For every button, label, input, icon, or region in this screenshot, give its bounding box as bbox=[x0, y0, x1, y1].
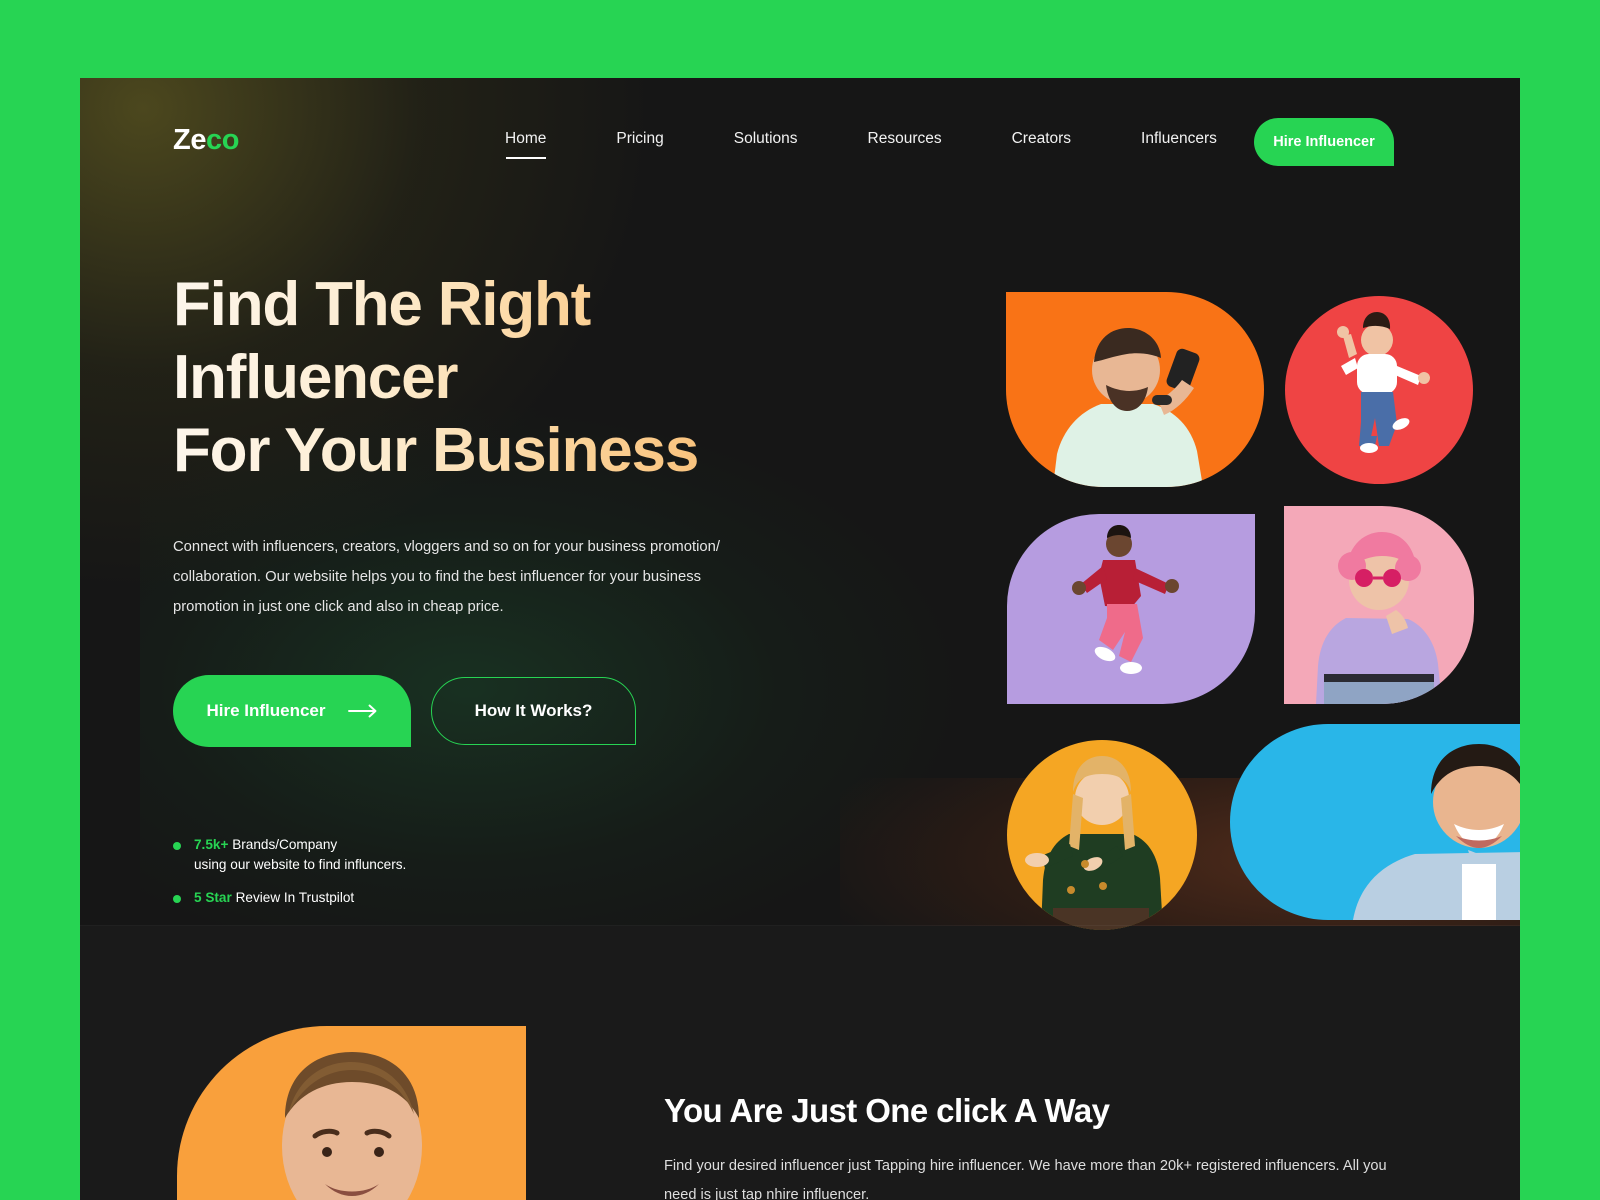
site-header: Zeco Home Pricing Solutions Resources Cr… bbox=[80, 78, 1520, 208]
bullet-dot-icon bbox=[173, 894, 181, 903]
stat-item-rating: 5 Star Review In Trustpilot bbox=[173, 888, 793, 908]
photo-placeholder bbox=[1316, 532, 1442, 704]
hero-cta-group: Hire Influencer How It Works? bbox=[173, 675, 793, 748]
hero-gallery bbox=[925, 212, 1520, 930]
bullet-dot-icon bbox=[173, 842, 181, 851]
one-click-text: You Are Just One click A Way Find your d… bbox=[664, 1092, 1444, 1200]
site-panel: Zeco Home Pricing Solutions Resources Cr… bbox=[80, 78, 1520, 1200]
hero-content: Find The Right Influencer For Your Busin… bbox=[173, 268, 793, 920]
hero-subtitle: Connect with influencers, creators, vlog… bbox=[173, 539, 720, 616]
nav-item-home[interactable]: Home bbox=[470, 130, 581, 159]
photo-placeholder bbox=[1072, 525, 1179, 674]
stat-brands-label: Brands/Company bbox=[232, 837, 338, 853]
hero-hire-influencer-button[interactable]: Hire Influencer bbox=[173, 675, 411, 748]
arrow-right-icon bbox=[347, 704, 378, 718]
nav-item-home-label: Home bbox=[505, 130, 547, 147]
nav-item-creators-label: Creators bbox=[1011, 130, 1072, 147]
photo-placeholder bbox=[1025, 756, 1163, 930]
how-it-works-label: How It Works? bbox=[474, 701, 593, 721]
influencer-photo-blue[interactable] bbox=[1230, 724, 1520, 920]
influencer-photo-red[interactable] bbox=[1285, 296, 1473, 484]
influencer-photo-pink[interactable] bbox=[1284, 506, 1474, 704]
nav-item-pricing[interactable]: Pricing bbox=[581, 130, 698, 148]
one-click-subtitle: Find your desired influencer just Tappin… bbox=[664, 1158, 1387, 1200]
stat-rating-text: 5 Star Review In Trustpilot bbox=[194, 888, 354, 908]
stat-rating-label: Review In Trustpilot bbox=[235, 889, 355, 905]
photo-placeholder bbox=[1353, 744, 1520, 920]
header-hire-influencer-button[interactable]: Hire Influencer bbox=[1254, 118, 1394, 166]
page-background: Zeco Home Pricing Solutions Resources Cr… bbox=[0, 0, 1600, 1200]
one-click-section: You Are Just One click A Way Find your d… bbox=[80, 926, 1520, 1200]
active-nav-underline bbox=[505, 157, 546, 159]
stat-brands-value: 7.5k+ bbox=[194, 837, 229, 853]
how-it-works-button[interactable]: How It Works? bbox=[431, 677, 636, 746]
influencer-photo-amber[interactable] bbox=[1007, 740, 1197, 930]
one-click-title: You Are Just One click A Way bbox=[664, 1092, 1110, 1129]
nav-item-pricing-label: Pricing bbox=[616, 130, 664, 147]
header-hire-influencer-label: Hire Influencer bbox=[1273, 134, 1375, 150]
nav-item-influencers-label: Influencers bbox=[1141, 130, 1217, 147]
one-click-photo bbox=[177, 1026, 526, 1200]
nav-item-resources[interactable]: Resources bbox=[833, 130, 977, 148]
nav-item-resources-label: Resources bbox=[867, 130, 942, 147]
main-nav: Home Pricing Solutions Resources Creator… bbox=[470, 130, 1252, 159]
nav-item-solutions-label: Solutions bbox=[733, 130, 798, 147]
photo-placeholder bbox=[1053, 328, 1203, 487]
nav-item-creators[interactable]: Creators bbox=[977, 130, 1106, 148]
photo-placeholder bbox=[1337, 312, 1430, 453]
influencer-photo-purple[interactable] bbox=[1007, 514, 1255, 704]
stat-item-brands: 7.5k+ Brands/Company using our website t… bbox=[173, 835, 793, 874]
stat-brands-text: 7.5k+ Brands/Company using our website t… bbox=[194, 835, 406, 874]
stat-rating-value: 5 Star bbox=[194, 889, 232, 905]
section-divider bbox=[80, 925, 1520, 926]
logo-part-one: Ze bbox=[173, 124, 207, 156]
influencer-photo-orange[interactable] bbox=[1006, 292, 1264, 487]
nav-item-influencers[interactable]: Influencers bbox=[1106, 130, 1252, 148]
logo-part-two: co bbox=[206, 124, 240, 156]
nav-item-solutions[interactable]: Solutions bbox=[699, 130, 833, 148]
logo[interactable]: Zeco bbox=[173, 124, 239, 157]
stat-brands-sub: using our website to find influncers. bbox=[194, 856, 407, 872]
hero-title: Find The Right Influencer For Your Busin… bbox=[173, 268, 793, 487]
hero-hire-influencer-label: Hire Influencer bbox=[206, 701, 326, 721]
hero-stats: 7.5k+ Brands/Company using our website t… bbox=[173, 835, 793, 907]
photo-placeholder bbox=[282, 1052, 422, 1200]
